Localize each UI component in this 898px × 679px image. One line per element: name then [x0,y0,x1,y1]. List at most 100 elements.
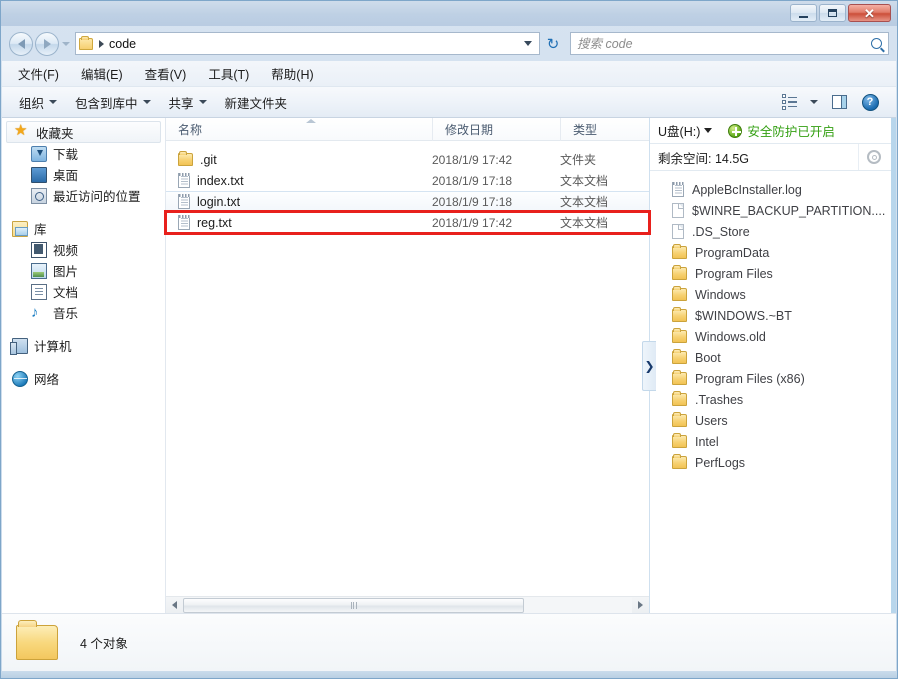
window-bottom-strip [1,671,897,678]
organize-button[interactable]: 组织 [10,89,66,116]
chevron-right-icon: ❯ [644,359,655,373]
list-item[interactable]: AppleBcInstaller.log [650,179,896,200]
document-icon [31,283,47,300]
library-icon [12,220,28,237]
list-item-label: Intel [695,434,719,449]
list-item-label: $WINDOWS.~BT [695,308,792,323]
refresh-button[interactable]: ↻ [540,32,566,55]
menu-tools[interactable]: 工具(T) [206,62,251,85]
back-button[interactable] [9,31,33,56]
folder-icon [672,327,687,343]
list-item-label: .DS_Store [692,224,750,239]
sidebar-item-downloads[interactable]: 下载 [2,143,165,164]
list-item[interactable]: Intel [650,431,896,452]
sidebar-item-documents[interactable]: 文档 [2,281,165,302]
new-folder-button[interactable]: 新建文件夹 [216,89,297,116]
menu-edit[interactable]: 编辑(E) [79,62,125,85]
list-item[interactable]: Windows.old [650,326,896,347]
scrollbar-track[interactable] [183,596,632,614]
new-folder-label: 新建文件夹 [224,96,288,111]
history-dropdown-button[interactable] [59,32,73,56]
list-item[interactable]: .DS_Store [650,221,896,242]
help-button[interactable]: ? [856,90,884,114]
scroll-left-button[interactable] [166,597,183,614]
column-header-type[interactable]: 类型 [560,117,649,141]
sidebar-item-label: 库 [34,223,47,237]
preview-pane-icon [831,95,847,109]
list-item[interactable]: .Trashes [650,389,896,410]
file-date-cell: 2018/1/9 17:42 [432,215,513,230]
minimize-button[interactable] [790,4,817,22]
sidebar-item-label: 文档 [53,286,79,300]
column-header-date[interactable]: 修改日期 [432,117,560,141]
column-header-name[interactable]: 名称 [166,118,432,141]
list-item[interactable]: $WINRE_BACKUP_PARTITION.... [650,200,896,221]
list-item-label: ProgramData [695,245,770,260]
sidebar-item-music[interactable]: ♪ 音乐 [2,302,165,323]
window-controls: ✕ [790,4,891,22]
sidebar-item-label: 收藏夹 [36,126,74,141]
folder-icon [672,390,687,406]
menu-help[interactable]: 帮助(H) [269,62,315,85]
usb-drive-selector[interactable]: U盘(H:) [658,121,713,140]
menu-view[interactable]: 查看(V) [143,62,189,85]
folder-icon [672,411,687,427]
list-item[interactable]: Program Files (x86) [650,368,896,389]
sidebar-item-recent-places[interactable]: 最近访问的位置 [2,185,165,206]
breadcrumb-code[interactable]: code [109,37,136,51]
computer-icon [10,337,28,355]
folder-icon [672,348,687,364]
file-date-cell: 2018/1/9 17:18 [432,194,513,209]
maximize-button[interactable] [819,4,846,22]
forward-button[interactable] [35,31,59,56]
include-in-library-button[interactable]: 包含到库中 [66,89,160,116]
table-row[interactable]: login.txt 2018/1/9 17:18 文本文档 [166,191,649,212]
sidebar-item-network[interactable]: 网络 [2,368,165,389]
scrollbar-thumb[interactable] [183,597,525,613]
list-item[interactable]: Program Files [650,263,896,284]
chevron-down-icon [198,100,207,104]
explorer-window: ✕ code ↻ 文件(F) [0,0,898,679]
close-button[interactable]: ✕ [848,4,891,22]
list-item[interactable]: $WINDOWS.~BT [650,305,896,326]
sidebar-item-desktop[interactable]: 桌面 [2,164,165,185]
list-item[interactable]: PerfLogs [650,452,896,473]
horizontal-scrollbar[interactable] [166,596,649,614]
view-dropdown-button[interactable] [806,90,822,114]
search-box[interactable] [570,32,889,55]
list-item[interactable]: Boot [650,347,896,368]
usb-settings-button[interactable] [858,144,888,170]
sidebar-item-favorites[interactable]: ★ 收藏夹 [6,121,161,143]
folder-icon [672,264,687,280]
folder-icon [672,453,687,469]
share-button[interactable]: 共享 [160,89,216,116]
music-icon: ♪ [31,303,39,321]
menu-file[interactable]: 文件(F) [16,62,61,85]
list-item[interactable]: Users [650,410,896,431]
list-item[interactable]: ProgramData [650,242,896,263]
address-bar[interactable]: code [75,32,540,55]
file-name-cell: reg.txt [166,215,432,230]
sidebar-item-computer[interactable]: 计算机 [2,335,165,356]
list-item-label: Boot [695,350,721,365]
address-row: code ↻ [1,26,897,61]
table-row[interactable]: .git 2018/1/9 17:42 文件夹 [166,149,649,170]
preview-pane-button[interactable] [825,90,853,114]
sidebar-item-videos[interactable]: 视频 [2,239,165,260]
close-icon: ✕ [864,5,875,21]
sidebar-item-libraries[interactable]: 库 [2,218,165,239]
collapse-pane-button[interactable]: ❯ [642,341,656,391]
address-dropdown-button[interactable] [520,33,536,54]
scroll-right-button[interactable] [632,597,649,614]
search-input[interactable] [577,36,871,51]
table-row[interactable]: reg.txt 2018/1/9 17:42 文本文档 [164,210,651,235]
change-view-button[interactable] [775,90,803,114]
folder-icon [672,306,687,322]
list-item[interactable]: Windows [650,284,896,305]
table-row[interactable]: index.txt 2018/1/9 17:18 文本文档 [166,170,649,191]
view-list-icon [781,94,797,110]
sidebar-item-pictures[interactable]: 图片 [2,260,165,281]
